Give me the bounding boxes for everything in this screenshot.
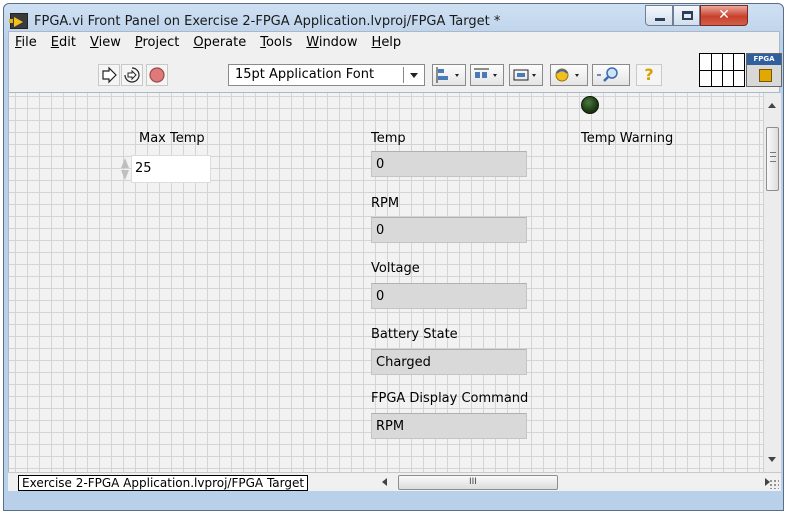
- resize-grip-icon[interactable]: [769, 479, 779, 489]
- menu-view-label: iew: [98, 35, 121, 50]
- minimize-button[interactable]: [645, 5, 673, 26]
- context-help-button[interactable]: ?: [636, 64, 662, 86]
- scroll-left-arrow-icon[interactable]: [382, 478, 387, 486]
- fpga-badge-label: FPGA: [747, 54, 781, 65]
- horizontal-scroll-thumb[interactable]: III: [398, 475, 558, 490]
- menu-bar: File Edit View Project Operate Tools Win…: [15, 35, 415, 53]
- run-button[interactable]: [98, 64, 120, 86]
- search-icon: [597, 67, 618, 82]
- menu-tools[interactable]: Tools: [260, 35, 292, 53]
- reorder-button[interactable]: [550, 64, 588, 86]
- menu-window-mnemonic: W: [306, 35, 319, 50]
- menu-operate[interactable]: Operate: [193, 35, 246, 53]
- font-select[interactable]: 15pt Application Font: [228, 64, 425, 86]
- front-panel[interactable]: Max Temp 25 Temp 0 RPM 0 Voltage 0 Batte…: [8, 93, 763, 472]
- temp-warning-led: [581, 96, 599, 114]
- search-button[interactable]: [592, 64, 630, 86]
- menu-project-label: roject: [142, 35, 180, 50]
- vertical-scroll-thumb[interactable]: [766, 127, 779, 191]
- maximize-button[interactable]: [673, 5, 700, 26]
- grip-icon: III: [469, 477, 477, 487]
- menu-help-label: elp: [381, 35, 402, 50]
- voltage-label: Voltage: [371, 261, 420, 276]
- help-question-icon: ?: [644, 65, 654, 84]
- menu-view-mnemonic: V: [89, 35, 99, 50]
- connector-pane-line: [722, 54, 723, 86]
- close-icon: ✕: [718, 7, 730, 23]
- battery-state-indicator: Charged: [371, 349, 527, 375]
- run-arrow-icon: [102, 66, 117, 84]
- font-select-divider: [403, 67, 404, 83]
- temp-label: Temp: [371, 131, 406, 146]
- align-objects-button[interactable]: [432, 64, 466, 86]
- menu-tools-label: ools: [265, 35, 293, 50]
- vi-window: FPGA.vi Front Panel on Exercise 2-FPGA A…: [3, 3, 784, 511]
- toolbar: 15pt Application Font ? FPGA: [9, 53, 782, 90]
- reorder-icon: [555, 68, 579, 82]
- menu-window-label: indow: [318, 35, 358, 50]
- menu-operate-label: perate: [203, 35, 247, 50]
- window-title: FPGA.vi Front Panel on Exercise 2-FPGA A…: [34, 14, 501, 29]
- max-temp-input[interactable]: 25: [131, 155, 211, 183]
- run-continuously-button[interactable]: [121, 64, 143, 86]
- fpga-chip-icon: [759, 69, 772, 82]
- temp-indicator: 0: [371, 151, 527, 177]
- decrement-arrow-icon[interactable]: [121, 170, 129, 180]
- menu-file[interactable]: File: [15, 35, 37, 53]
- distribute-objects-button[interactable]: [470, 64, 504, 86]
- grip-icon: [770, 152, 776, 162]
- rpm-indicator: 0: [371, 217, 527, 243]
- labview-vi-icon: [9, 13, 28, 29]
- minimize-icon: [655, 18, 665, 21]
- menu-help[interactable]: Help: [372, 35, 402, 53]
- voltage-indicator: 0: [371, 283, 527, 309]
- menu-view[interactable]: View: [90, 35, 121, 53]
- rpm-label: RPM: [371, 196, 400, 211]
- max-temp-spinner[interactable]: [119, 155, 131, 183]
- fpga-display-command-indicator: RPM: [371, 413, 527, 439]
- menu-edit[interactable]: Edit: [51, 35, 76, 53]
- menu-edit-label: dit: [59, 35, 76, 50]
- temp-warning-label: Temp Warning: [581, 131, 674, 146]
- resize-objects-icon: [513, 69, 536, 81]
- status-bar: Exercise 2-FPGA Application.lvproj/FPGA …: [8, 472, 781, 491]
- vi-icon[interactable]: FPGA: [746, 53, 782, 87]
- menu-toolbar-area: File Edit View Project Operate Tools Win…: [8, 31, 782, 93]
- distribute-objects-icon: [474, 68, 497, 78]
- font-select-value: 15pt Application Font: [235, 67, 375, 82]
- maximize-icon: [682, 11, 693, 20]
- abort-button[interactable]: [146, 64, 168, 86]
- run-continuously-icon: [124, 67, 140, 83]
- menu-operate-mnemonic: O: [193, 35, 204, 50]
- connector-pane-line: [711, 54, 712, 86]
- resize-objects-button[interactable]: [509, 64, 543, 86]
- fpga-display-command-label: FPGA Display Command: [371, 391, 529, 406]
- menu-help-mnemonic: H: [371, 35, 382, 50]
- menu-file-label: ile: [21, 35, 37, 50]
- menu-window[interactable]: Window: [306, 35, 357, 53]
- project-target-path[interactable]: Exercise 2-FPGA Application.lvproj/FPGA …: [18, 475, 309, 491]
- battery-state-label: Battery State: [371, 327, 458, 342]
- close-button[interactable]: ✕: [700, 5, 748, 26]
- scroll-up-arrow-icon[interactable]: [768, 103, 776, 108]
- connector-pane[interactable]: [699, 53, 745, 87]
- vertical-scrollbar[interactable]: [763, 93, 781, 472]
- max-temp-control[interactable]: 25: [119, 155, 211, 183]
- max-temp-label: Max Temp: [139, 131, 205, 146]
- menu-edit-mnemonic: E: [50, 35, 59, 50]
- abort-stop-icon: [149, 67, 165, 83]
- align-objects-icon: [436, 67, 459, 83]
- menu-project[interactable]: Project: [135, 35, 180, 53]
- horizontal-scrollbar[interactable]: III: [378, 475, 776, 490]
- chevron-down-icon: [410, 73, 418, 78]
- connector-pane-line: [733, 54, 734, 86]
- increment-arrow-icon[interactable]: [121, 158, 129, 168]
- scroll-down-arrow-icon[interactable]: [768, 457, 776, 462]
